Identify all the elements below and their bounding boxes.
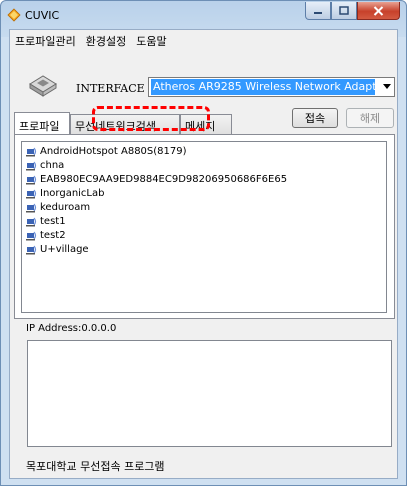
tab-wireless-search[interactable]: 무선네트워크검색	[70, 114, 180, 134]
wifi-profile-icon	[26, 217, 37, 226]
interface-selected-value: Atheros AR9285 Wireless Network Adapter	[151, 79, 375, 95]
list-item[interactable]: chna	[26, 158, 382, 172]
interface-select[interactable]: Atheros AR9285 Wireless Network Adapter	[148, 77, 395, 97]
status-text: 목포대학교 무선접속 프로그램	[26, 460, 165, 473]
network-name: chna	[40, 159, 65, 171]
list-item[interactable]: InorganicLab	[26, 186, 382, 200]
close-button[interactable]	[357, 2, 400, 20]
wifi-profile-icon	[26, 175, 37, 184]
list-item[interactable]: keduroam	[26, 200, 382, 214]
list-item[interactable]: test1	[26, 214, 382, 228]
interface-label: INTERFACE	[76, 82, 145, 95]
maximize-icon	[339, 6, 349, 15]
client-area: 프로파일관리 환경설정 도움말 INTERFACE Atheros AR9285…	[9, 29, 398, 479]
maximize-button[interactable]	[331, 2, 357, 20]
menu-bar: 프로파일관리 환경설정 도움말	[10, 30, 397, 49]
tab-profile[interactable]: 프로파일	[14, 112, 70, 134]
network-name: InorganicLab	[40, 187, 105, 199]
network-name: EAB980EC9AA9ED9884EC9D98206950686F6E65	[40, 173, 288, 185]
app-window: CUVIC 프로파일관리 환경설정 도움말 INTERFACE Atheros …	[0, 0, 407, 486]
window-title: CUVIC	[25, 9, 60, 22]
profile-tab-panel: AndroidHotspot A880S(8179) chna EAB980EC…	[14, 134, 395, 319]
wifi-profile-icon	[26, 231, 37, 240]
network-name: test1	[40, 215, 66, 227]
network-list[interactable]: AndroidHotspot A880S(8179) chna EAB980EC…	[21, 141, 387, 313]
network-name: keduroam	[40, 201, 91, 213]
menu-help[interactable]: 도움말	[131, 30, 171, 49]
chevron-down-icon[interactable]	[383, 84, 391, 89]
list-item[interactable]: test2	[26, 228, 382, 242]
wifi-profile-icon	[26, 161, 37, 170]
network-name: test2	[40, 229, 66, 241]
title-bar[interactable]: CUVIC	[1, 1, 406, 29]
menu-settings[interactable]: 환경설정	[81, 30, 131, 49]
connect-button[interactable]: 접속	[292, 108, 338, 128]
app-icon	[7, 8, 21, 22]
network-name: U+village	[40, 243, 89, 255]
list-item[interactable]: AndroidHotspot A880S(8179)	[26, 144, 382, 158]
menu-profile-management[interactable]: 프로파일관리	[10, 30, 81, 49]
close-icon	[373, 5, 384, 16]
wifi-profile-icon	[26, 147, 37, 156]
minimize-icon	[314, 11, 322, 14]
disconnect-button[interactable]: 해제	[346, 108, 394, 128]
minimize-button[interactable]	[305, 2, 331, 20]
network-name: AndroidHotspot A880S(8179)	[40, 145, 187, 157]
window-controls	[305, 2, 400, 21]
tab-messages[interactable]: 메세지	[180, 114, 232, 134]
wifi-profile-icon	[26, 203, 37, 212]
info-textbox[interactable]	[27, 340, 392, 447]
network-adapter-icon	[29, 75, 57, 97]
wifi-profile-icon	[26, 245, 37, 254]
list-item[interactable]: EAB980EC9AA9ED9884EC9D98206950686F6E65	[26, 172, 382, 186]
list-item[interactable]: U+village	[26, 242, 382, 256]
wifi-profile-icon	[26, 189, 37, 198]
ip-address-label: IP Address:0.0.0.0	[26, 323, 117, 334]
